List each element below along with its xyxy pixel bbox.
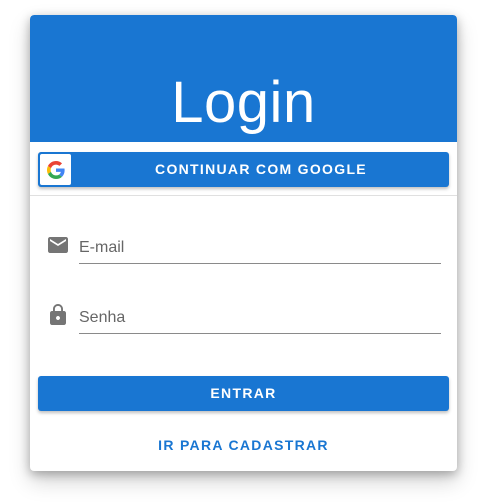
- password-field-group: [46, 303, 441, 343]
- password-input[interactable]: [79, 303, 441, 334]
- page-title: Login: [171, 70, 316, 135]
- google-signin-button[interactable]: CONTINUAR COM GOOGLE: [38, 152, 449, 187]
- email-icon: [48, 237, 68, 253]
- google-logo-box: [40, 154, 71, 185]
- card-header: Login: [30, 15, 457, 142]
- google-signin-label: CONTINUAR COM GOOGLE: [155, 161, 367, 177]
- login-button[interactable]: ENTRAR: [38, 376, 449, 411]
- register-link[interactable]: IR PARA CADASTRAR: [30, 433, 457, 457]
- lock-icon: [50, 304, 66, 325]
- email-field-group: [46, 233, 441, 273]
- email-input[interactable]: [79, 233, 441, 264]
- google-g-icon: [46, 160, 65, 179]
- divider: [30, 195, 457, 196]
- login-card: Login CONTINUAR COM GOOGLE ENTRAR IR PAR…: [30, 15, 457, 471]
